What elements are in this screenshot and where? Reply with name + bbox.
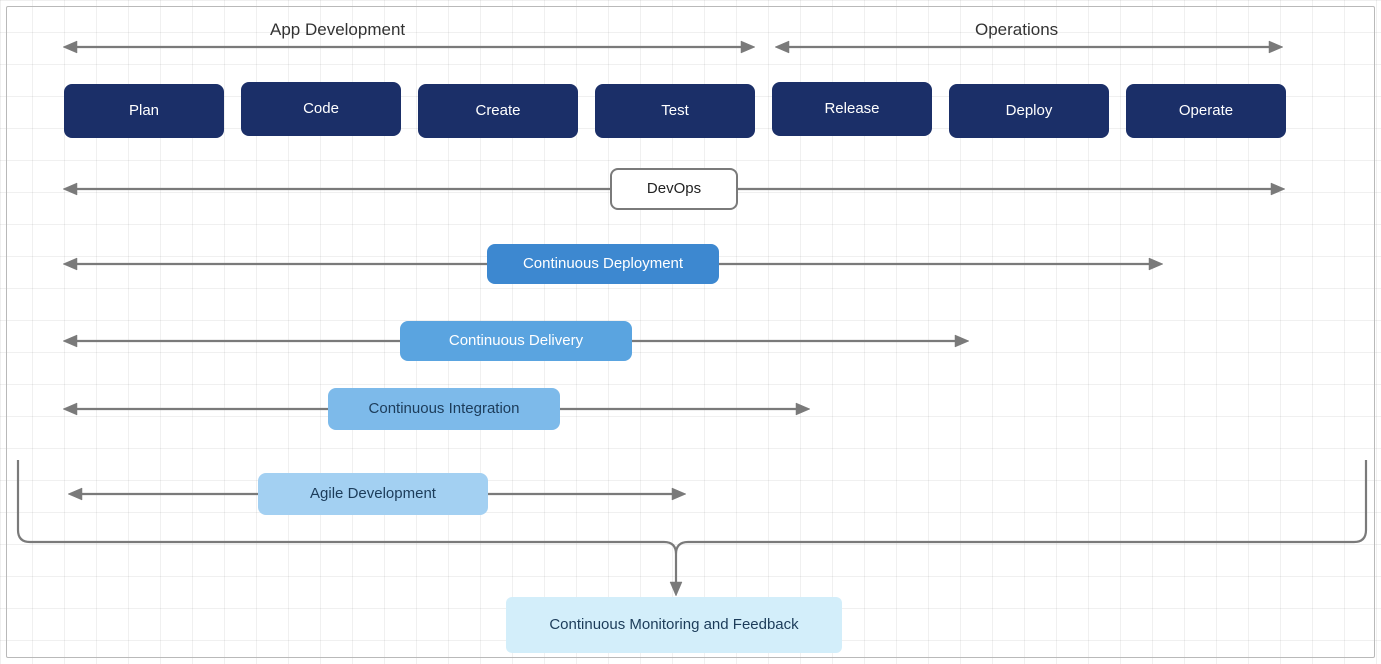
span-devops: DevOps <box>610 168 738 210</box>
span-arrow-devops-left <box>63 179 610 199</box>
span-continuous-deployment: Continuous Deployment <box>487 244 719 284</box>
span-arrow-cdel-left <box>63 331 400 351</box>
span-continuous-delivery: Continuous Delivery <box>400 321 632 361</box>
diagram-canvas: App Development Operations Plan Code Cre… <box>0 0 1381 664</box>
span-arrow-ci-right <box>560 399 810 419</box>
stage-operate: Operate <box>1126 84 1286 138</box>
continuous-monitoring-box: Continuous Monitoring and Feedback <box>506 597 842 653</box>
span-arrow-cd-left <box>63 254 487 274</box>
stage-release: Release <box>772 82 932 136</box>
stage-deploy: Deploy <box>949 84 1109 138</box>
stage-code: Code <box>241 82 401 136</box>
section-arrow-ops <box>775 37 1283 57</box>
stage-test: Test <box>595 84 755 138</box>
stage-plan: Plan <box>64 84 224 138</box>
span-continuous-integration: Continuous Integration <box>328 388 560 430</box>
span-arrow-cd-right <box>719 254 1163 274</box>
section-arrow-app-dev <box>63 37 755 57</box>
stage-create: Create <box>418 84 578 138</box>
span-arrow-devops-right <box>738 179 1285 199</box>
span-arrow-cdel-right <box>632 331 969 351</box>
funnel-connector <box>16 460 1368 600</box>
span-arrow-ci-left <box>63 399 328 419</box>
